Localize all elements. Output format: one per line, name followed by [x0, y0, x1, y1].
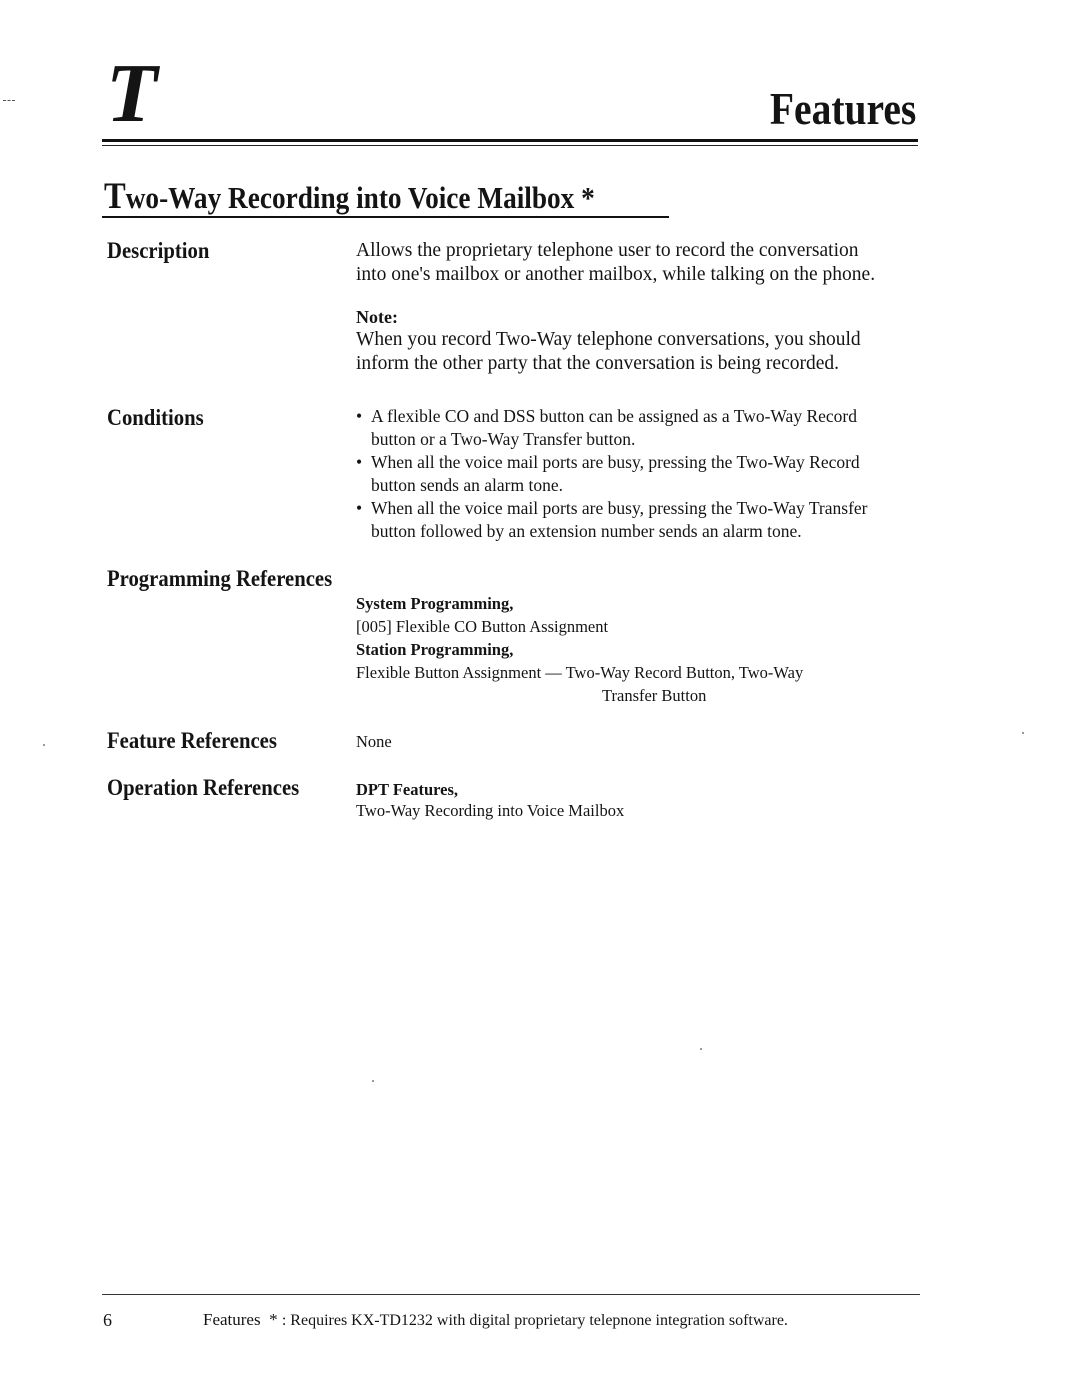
note-line: When you record Two-Way telephone conver… [356, 329, 861, 350]
margin-mark [3, 100, 15, 102]
section-title-text: wo-Way Recording into Voice Mailbox [125, 180, 575, 215]
conditions-list: • A flexible CO and DSS button can be as… [356, 405, 868, 543]
station-programming-heading: Station Programming, [356, 640, 514, 659]
system-programming-heading: System Programming, [356, 594, 514, 613]
asterisk-icon: * [581, 180, 595, 215]
condition-line: A flexible CO and DSS button can be assi… [371, 406, 857, 426]
operation-references-heading: DPT Features, [356, 780, 459, 799]
station-programming-item-cont: Transfer Button [602, 686, 707, 705]
condition-line: When all the voice mail ports are busy, … [371, 498, 868, 518]
asterisk-icon: * [269, 1310, 278, 1329]
header-title: Features [769, 83, 916, 134]
bullet-icon: • [356, 406, 363, 426]
footer-rule [102, 1294, 920, 1295]
scan-speck [43, 744, 45, 746]
system-programming-item: [005] Flexible CO Button Assignment [356, 617, 609, 636]
operation-references-label: Operation References [107, 775, 300, 800]
note-text: When you record Two-Way telephone conver… [356, 328, 861, 376]
header-rule-thin [102, 145, 918, 146]
feature-references-label: Feature References [107, 728, 277, 753]
section-title-underline [102, 216, 669, 218]
note-label: Note: [356, 307, 398, 327]
bullet-icon: • [356, 452, 363, 472]
condition-item: • A flexible CO and DSS button can be as… [356, 405, 868, 451]
description-line: Allows the proprietary telephone user to… [356, 240, 859, 261]
condition-item: • When all the voice mail ports are busy… [356, 497, 868, 543]
section-title-cap: T [104, 176, 126, 217]
scan-speck [700, 1048, 702, 1050]
description-line: into one's mailbox or another mailbox, w… [356, 264, 876, 285]
scan-speck [1022, 732, 1024, 734]
station-programming-item: Flexible Button Assignment — Two-Way Rec… [356, 663, 804, 682]
description-label: Description [107, 238, 210, 263]
condition-line: When all the voice mail ports are busy, … [371, 452, 860, 472]
header-rule-thick [102, 139, 918, 142]
conditions-label: Conditions [107, 405, 204, 430]
condition-line: button followed by an extension number s… [371, 521, 802, 541]
section-title: Two-Way Recording into Voice Mailbox * [104, 178, 595, 215]
note-line: inform the other party that the conversa… [356, 353, 840, 374]
footer-requirement-text: : Requires KX-TD1232 with digital propri… [281, 1312, 788, 1329]
condition-line: button or a Two-Way Transfer button. [371, 429, 636, 449]
footer-section-name: Features [203, 1310, 261, 1329]
condition-line: button sends an alarm tone. [371, 475, 563, 495]
page-number: 6 [103, 1310, 112, 1330]
scan-speck [372, 1080, 374, 1082]
footer-note: Features * : Requires KX-TD1232 with dig… [203, 1310, 788, 1330]
feature-references-value: None [356, 732, 392, 751]
description-text: Allows the proprietary telephone user to… [356, 239, 875, 287]
programming-references: System Programming, [005] Flexible CO Bu… [356, 592, 803, 707]
condition-item: • When all the voice mail ports are busy… [356, 451, 868, 497]
programming-references-label: Programming References [107, 566, 333, 591]
section-letter: T [106, 47, 157, 140]
bullet-icon: • [356, 498, 363, 518]
operation-references-item: Two-Way Recording into Voice Mailbox [356, 801, 625, 820]
